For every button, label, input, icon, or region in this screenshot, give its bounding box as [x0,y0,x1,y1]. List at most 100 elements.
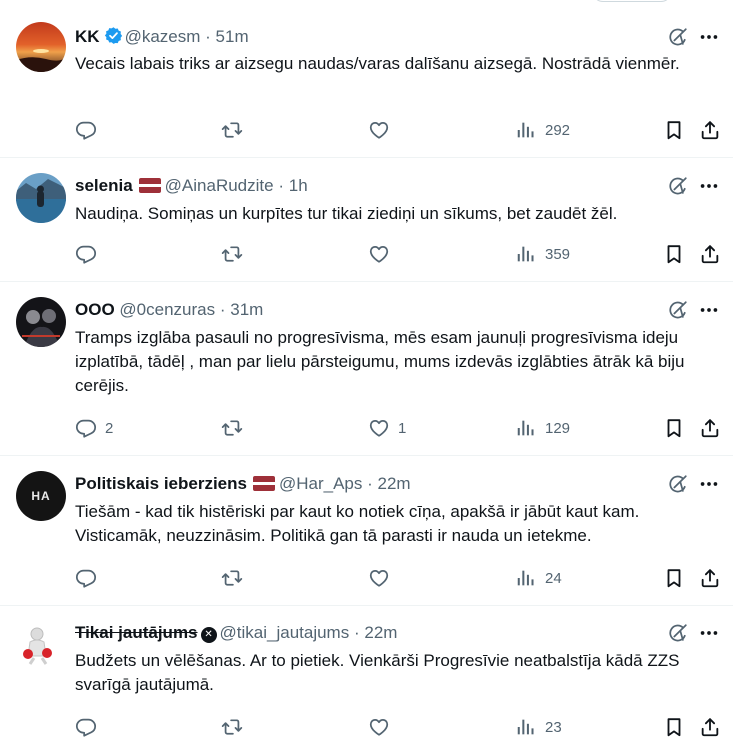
retweet-button[interactable] [221,242,243,266]
display-name[interactable]: Tikai jautājums [75,623,198,642]
tweet[interactable]: Tikai jautājums ✕ @tikai_jautajums · 22m B… [0,606,733,742]
share-button[interactable] [699,715,721,739]
reply-button[interactable] [75,242,105,266]
like-icon [368,417,390,439]
like-button[interactable] [368,715,398,739]
latvia-flag-icon [252,476,275,491]
avatar[interactable] [16,173,66,223]
grok-icon[interactable] [667,473,689,495]
more-icon[interactable] [697,622,721,644]
separator-dot: · [367,474,373,493]
tweet-text: Budžets un vēlēšanas. Ar to pietiek. Vie… [75,651,680,694]
reply-icon [75,417,97,439]
like-button[interactable]: 1 [368,416,406,440]
display-name[interactable]: selenia [75,176,133,195]
grok-icon[interactable] [667,299,689,321]
handle[interactable]: @AinaRudzite [165,176,274,195]
grok-icon[interactable] [667,622,689,644]
views-count: 24 [545,569,562,587]
bookmark-button[interactable] [663,715,685,739]
handle[interactable]: @kazesm [125,27,201,46]
views-button[interactable]: 292 [515,118,570,142]
timestamp[interactable]: 22m [378,474,411,493]
bookmark-button[interactable] [663,118,685,142]
reply-icon [75,119,97,141]
reply-button[interactable] [75,118,105,142]
views-button[interactable]: 24 [515,566,562,590]
reply-icon [75,567,97,589]
grok-icon[interactable] [667,175,689,197]
action-bar: 292 [75,118,733,142]
bookmark-button[interactable] [663,566,685,590]
avatar[interactable] [16,620,66,670]
display-name[interactable]: Politiskais ieberziens [75,474,247,493]
tweet-text: Tiešām - kad tik histēriski par kaut ko … [75,502,640,545]
views-count: 23 [545,718,562,736]
handle[interactable]: @tikai_jautajums [220,623,350,642]
timestamp[interactable]: 31m [230,300,263,319]
retweet-button[interactable] [221,566,243,590]
tweet[interactable]: OOO @0cenzuras · 31m Tramps izglāba pasa… [0,282,733,456]
views-count: 292 [545,121,571,139]
views-count: 359 [545,245,571,263]
share-icon [699,567,721,589]
bookmark-icon [663,243,685,265]
timestamp[interactable]: 51m [216,27,249,46]
share-icon [699,243,721,265]
reply-button[interactable]: 2 [75,416,113,440]
retweet-icon [221,119,243,141]
bookmark-button[interactable] [663,242,685,266]
retweet-icon [221,243,243,265]
share-button[interactable] [699,242,721,266]
avatar[interactable]: HA [16,471,66,521]
reply-count: 2 [105,419,114,437]
views-icon [515,119,537,141]
reply-button[interactable] [75,566,105,590]
share-icon [699,119,721,141]
handle[interactable]: @Har_Aps [279,474,362,493]
tweet[interactable]: KK @kazesm · 51m Vecais labais triks ar a… [0,0,733,158]
like-button[interactable] [368,566,398,590]
share-button[interactable] [699,566,721,590]
bookmark-button[interactable] [663,416,685,440]
views-button[interactable]: 129 [515,416,570,440]
views-icon [515,716,537,738]
reply-button[interactable] [75,715,105,739]
display-name[interactable]: OOO [75,300,115,319]
views-button[interactable]: 23 [515,715,562,739]
like-icon [368,119,390,141]
tweet-text: Tramps izglāba pasauli no progresīvisma,… [75,328,685,395]
share-icon [699,417,721,439]
more-icon[interactable] [697,175,721,197]
retweet-button[interactable] [221,715,243,739]
timestamp[interactable]: 22m [364,623,397,642]
more-icon[interactable] [697,26,721,48]
retweet-button[interactable] [221,416,243,440]
tweet[interactable]: selenia @AinaRudzite · 1h Naudiņa. Somiņa… [0,158,733,282]
share-button[interactable] [699,416,721,440]
tweet-header: OOO @0cenzuras · 31m [75,299,633,321]
more-icon[interactable] [697,299,721,321]
share-button[interactable] [699,118,721,142]
retweet-button[interactable] [221,118,243,142]
views-button[interactable]: 359 [515,242,570,266]
tweet[interactable]: HA Politiskais ieberziens @Har_Aps · 22m … [0,456,733,606]
avatar-text: HA [31,489,51,503]
tweet-header: selenia @AinaRudzite · 1h [75,175,633,197]
tweet-header: Tikai jautājums ✕ @tikai_jautajums · 22m [75,622,633,644]
more-icon[interactable] [697,473,721,495]
avatar[interactable] [16,22,66,72]
like-icon [368,716,390,738]
grok-icon[interactable] [667,26,689,48]
verified-badge-icon [104,27,122,44]
handle[interactable]: @0cenzuras [119,300,215,319]
avatar[interactable] [16,297,66,347]
display-name[interactable]: KK [75,27,100,46]
bookmark-icon [663,716,685,738]
like-button[interactable] [368,118,398,142]
retweet-icon [221,567,243,589]
views-icon [515,417,537,439]
like-button[interactable] [368,242,398,266]
timestamp[interactable]: 1h [289,176,308,195]
action-bar: 23 [75,715,733,739]
